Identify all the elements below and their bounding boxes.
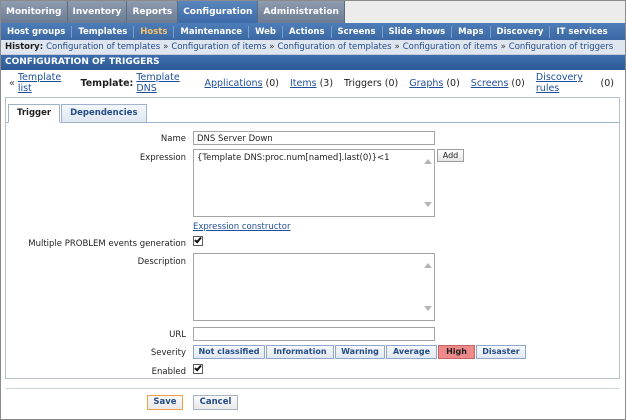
items-link[interactable]: Items	[290, 78, 317, 89]
enabled-label: Enabled	[151, 367, 186, 377]
back-arrow-icon: «	[9, 77, 15, 89]
template-nav: « Template list Template: Template DNS A…	[1, 72, 625, 94]
graphs-link[interactable]: Graphs	[409, 78, 443, 89]
history-item-3[interactable]: Configuration of templates	[277, 42, 391, 52]
name-label: Name	[160, 134, 186, 144]
submenu-slide-shows[interactable]: Slide shows	[383, 25, 453, 38]
severity-high[interactable]: High	[438, 345, 475, 359]
severity-disaster[interactable]: Disaster	[476, 345, 526, 359]
checkmark-icon	[194, 363, 202, 372]
severity-warning[interactable]: Warning	[335, 345, 385, 359]
multiple-problem-checkbox[interactable]	[193, 235, 203, 246]
tab-trigger[interactable]: Trigger	[8, 104, 61, 123]
submenu-templates[interactable]: Templates	[72, 25, 135, 38]
submenu-host-groups[interactable]: Host groups	[1, 25, 73, 38]
history-item-2[interactable]: Configuration of items	[171, 42, 266, 52]
tab-dependencies[interactable]: Dependencies	[61, 104, 147, 123]
page-title: CONFIGURATION OF TRIGGERS	[1, 55, 625, 70]
scroll-up-icon[interactable]	[424, 159, 432, 164]
history-item-1[interactable]: Configuration of templates	[46, 42, 160, 52]
cancel-button[interactable]: Cancel	[193, 395, 238, 410]
history-separator: »	[269, 42, 275, 52]
severity-average[interactable]: Average	[386, 345, 437, 359]
submenu-actions[interactable]: Actions	[283, 25, 332, 38]
submenu-maps[interactable]: Maps	[452, 25, 491, 38]
severity-label: Severity	[150, 348, 186, 358]
submenu-web[interactable]: Web	[249, 25, 283, 38]
expression-label: Expression	[139, 153, 186, 163]
triggers-label: Triggers	[344, 77, 382, 89]
history-label: History:	[5, 42, 44, 52]
name-input[interactable]: DNS Server Down	[193, 131, 435, 145]
menu-configuration[interactable]: Configuration	[178, 1, 259, 24]
add-expression-button[interactable]: Add	[437, 149, 464, 162]
top-menu: Monitoring Inventory Reports Configurati…	[1, 1, 625, 24]
description-textarea[interactable]	[193, 253, 435, 321]
save-button[interactable]: Save	[147, 395, 183, 410]
items-count: (3)	[319, 77, 334, 89]
template-list-link[interactable]: Template list	[18, 72, 69, 94]
submenu-maintenance[interactable]: Maintenance	[174, 25, 250, 38]
history-separator: »	[163, 42, 169, 52]
triggers-count: (0)	[384, 77, 399, 89]
checkmark-icon	[194, 235, 202, 244]
applications-count: (0)	[265, 77, 279, 89]
menu-reports[interactable]: Reports	[127, 1, 179, 23]
description-label: Description	[137, 257, 186, 267]
submenu-it-services[interactable]: IT services	[550, 26, 613, 38]
severity-not-classified[interactable]: Not classified	[193, 345, 265, 359]
form-tabs: Trigger Dependencies	[8, 104, 148, 123]
submenu-screens[interactable]: Screens	[332, 25, 383, 38]
history-separator: »	[500, 42, 506, 52]
expression-scrollbar[interactable]	[422, 150, 434, 216]
menu-monitoring[interactable]: Monitoring	[1, 1, 68, 23]
history-item-4[interactable]: Configuration of items	[403, 42, 498, 52]
screens-count: (0)	[511, 77, 525, 89]
history-bar: History: Configuration of templates » Co…	[1, 40, 625, 55]
screens-link[interactable]: Screens	[471, 78, 509, 89]
form-footer-divider	[6, 388, 619, 389]
enabled-checkbox[interactable]	[193, 363, 203, 374]
expression-constructor-link[interactable]: Expression constructor	[193, 222, 290, 232]
expression-text: {Template DNS:proc.num[named].last(0)}<1	[197, 153, 390, 163]
scroll-down-icon[interactable]	[424, 202, 432, 207]
expression-textarea[interactable]: {Template DNS:proc.num[named].last(0)}<1	[193, 149, 435, 217]
multiple-problem-label: Multiple PROBLEM events generation	[28, 239, 186, 249]
discovery-rules-count: (0)	[600, 77, 614, 89]
applications-link[interactable]: Applications	[205, 78, 263, 89]
submenu-discovery[interactable]: Discovery	[491, 25, 551, 38]
menu-administration[interactable]: Administration	[258, 1, 345, 23]
discovery-rules-link[interactable]: Discovery rules	[536, 72, 598, 94]
history-separator: »	[394, 42, 400, 52]
url-label: URL	[169, 330, 186, 340]
menu-inventory[interactable]: Inventory	[67, 1, 128, 23]
description-scrollbar[interactable]	[422, 254, 434, 320]
sub-menu: Host groups Templates Hosts Maintenance …	[1, 23, 625, 40]
graphs-count: (0)	[446, 77, 460, 89]
template-name-link[interactable]: Template DNS	[136, 72, 192, 94]
severity-information[interactable]: Information	[266, 345, 334, 359]
submenu-hosts[interactable]: Hosts	[134, 25, 175, 38]
url-input[interactable]	[193, 327, 435, 341]
scroll-down-icon[interactable]	[424, 306, 432, 311]
history-item-5[interactable]: Configuration of triggers	[509, 42, 613, 52]
template-label: Template:	[80, 77, 134, 89]
scroll-up-icon[interactable]	[424, 263, 432, 268]
